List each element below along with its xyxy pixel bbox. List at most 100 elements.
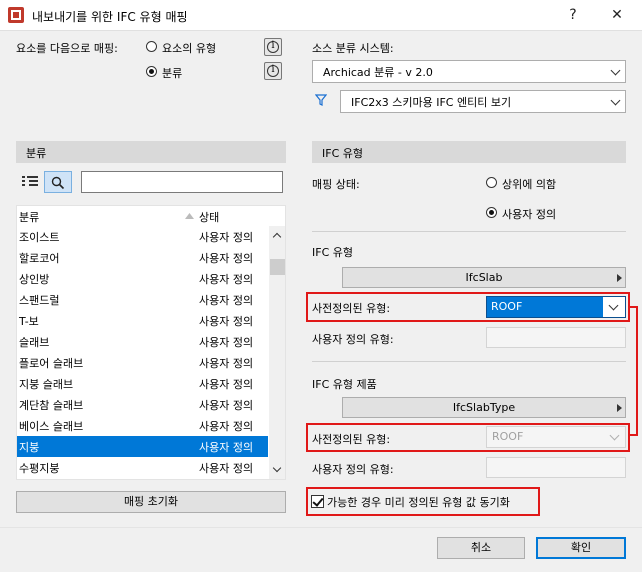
filter-value: IFC2x3 스키마용 IFC 엔티티 보기 bbox=[351, 96, 512, 109]
source-system-dropdown[interactable]: Archicad 분류 - v 2.0 bbox=[312, 60, 626, 83]
row-status: 사용자 정의 bbox=[199, 252, 254, 265]
ok-button[interactable]: 확인 bbox=[536, 537, 626, 559]
row-classification: T-보 bbox=[19, 315, 39, 328]
classification-panel-title: 분류 bbox=[26, 147, 47, 160]
row-status: 사용자 정의 bbox=[199, 357, 254, 370]
search-toggle-button[interactable] bbox=[44, 171, 72, 193]
dropdown-arrow-area bbox=[603, 297, 625, 317]
chevron-down-icon bbox=[609, 430, 620, 441]
scrollbar[interactable] bbox=[269, 226, 285, 479]
table-row[interactable]: 슬래브 사용자 정의 bbox=[17, 331, 268, 352]
mapping-status-label: 매핑 상태: bbox=[312, 178, 360, 191]
radio-by-parent[interactable] bbox=[486, 177, 497, 188]
tree-view-icon[interactable] bbox=[21, 175, 39, 189]
chevron-down-icon bbox=[610, 65, 621, 76]
help-button[interactable]: ? bbox=[559, 4, 587, 26]
row-classification: 조이스트 bbox=[19, 231, 60, 244]
row-classification: 플로어 슬래브 bbox=[19, 357, 84, 370]
info-icon[interactable]: i bbox=[264, 38, 282, 56]
footer-divider bbox=[0, 527, 642, 528]
row-status: 사용자 정의 bbox=[199, 420, 254, 433]
radio-element-type-label: 요소의 유형 bbox=[162, 42, 217, 55]
row-status: 사용자 정의 bbox=[199, 441, 254, 454]
column-header-status[interactable]: 상태 bbox=[199, 209, 219, 225]
cancel-button[interactable]: 취소 bbox=[437, 537, 525, 559]
list-header: 분류 상태 bbox=[17, 206, 268, 226]
source-system-value: Archicad 분류 - v 2.0 bbox=[323, 66, 433, 79]
row-status: 사용자 정의 bbox=[199, 378, 254, 391]
ifc-product-value: IfcSlabType bbox=[452, 401, 516, 414]
row-classification: 슬래브 bbox=[19, 336, 50, 349]
divider bbox=[312, 231, 626, 232]
ifc-type-value: IfcSlab bbox=[465, 271, 503, 284]
row-classification: 수평지붕 bbox=[19, 462, 60, 475]
row-status: 사용자 정의 bbox=[199, 315, 254, 328]
sync-checkbox[interactable] bbox=[311, 495, 324, 508]
ifc-type-panel-title: IFC 유형 bbox=[322, 147, 363, 160]
radio-custom-label: 사용자 정의 bbox=[502, 208, 557, 221]
row-status: 사용자 정의 bbox=[199, 231, 254, 244]
row-status: 사용자 정의 bbox=[199, 462, 254, 475]
row-classification: 지붕 슬래브 bbox=[19, 378, 74, 391]
predefined-type-value: ROOF bbox=[491, 300, 523, 313]
table-row[interactable]: 조이스트 사용자 정의 bbox=[17, 226, 268, 247]
table-row[interactable]: 베이스 슬래브 사용자 정의 bbox=[17, 415, 268, 436]
divider bbox=[312, 361, 626, 362]
table-row[interactable]: 수평지붕 사용자 정의 bbox=[17, 457, 268, 478]
filter-icon bbox=[315, 94, 327, 106]
row-status: 사용자 정의 bbox=[199, 399, 254, 412]
info-glyph: i bbox=[271, 40, 275, 51]
close-button[interactable]: ✕ bbox=[603, 4, 631, 26]
sync-checkbox-label: 가능한 경우 미리 정의된 유형 값 동기화 bbox=[327, 496, 510, 509]
radio-custom[interactable] bbox=[486, 207, 497, 218]
ifc-product-button[interactable]: IfcSlabType bbox=[342, 397, 626, 418]
table-row[interactable]: 지붕 슬래브 사용자 정의 bbox=[17, 373, 268, 394]
radio-classification[interactable] bbox=[146, 66, 157, 77]
radio-element-type[interactable] bbox=[146, 41, 157, 52]
ifc-type-button[interactable]: IfcSlab bbox=[342, 267, 626, 288]
ifc-product-label: IFC 유형 제품 bbox=[312, 378, 377, 391]
table-row[interactable]: 계단참 슬래브 사용자 정의 bbox=[17, 394, 268, 415]
filter-dropdown[interactable]: IFC2x3 스키마용 IFC 엔티티 보기 bbox=[340, 90, 626, 113]
arrow-right-icon bbox=[617, 274, 622, 282]
predefined-type-label: 사전정의된 유형: bbox=[312, 302, 391, 315]
arrow-right-icon bbox=[617, 404, 622, 412]
row-classification: 지붕 bbox=[19, 441, 40, 454]
row-classification: 상인방 bbox=[19, 273, 50, 286]
predefined-type-dropdown-disabled[interactable]: ROOF bbox=[486, 426, 626, 448]
title-bar: 내보내기를 위한 IFC 유형 매핑 ? ✕ bbox=[0, 0, 642, 31]
table-row[interactable]: T-보 사용자 정의 bbox=[17, 310, 268, 331]
table-row[interactable]: 할로코어 사용자 정의 bbox=[17, 247, 268, 268]
row-classification: 스팬드럴 bbox=[19, 294, 60, 307]
row-classification: 베이스 슬래브 bbox=[19, 420, 84, 433]
predefined-type-label: 사전정의된 유형: bbox=[312, 433, 391, 446]
reset-mapping-button[interactable]: 매핑 초기화 bbox=[16, 491, 286, 513]
ifc-type-panel-header: IFC 유형 bbox=[312, 141, 626, 163]
search-input[interactable] bbox=[81, 171, 283, 193]
classification-list: 분류 상태 조이스트 사용자 정의 할로코어 사용자 정의 상인방 사용자 정의 스팬드럴 사… bbox=[16, 205, 286, 480]
row-status: 사용자 정의 bbox=[199, 273, 254, 286]
row-classification: 할로코어 bbox=[19, 252, 60, 265]
source-system-label: 소스 분류 시스템: bbox=[312, 42, 394, 55]
scroll-up-icon[interactable] bbox=[272, 232, 282, 242]
row-classification: 계단참 슬래브 bbox=[19, 399, 84, 412]
radio-by-parent-label: 상위에 의함 bbox=[502, 178, 557, 191]
table-row[interactable]: 상인방 사용자 정의 bbox=[17, 268, 268, 289]
row-status: 사용자 정의 bbox=[199, 336, 254, 349]
table-row[interactable]: 지붕 사용자 정의 bbox=[17, 436, 268, 457]
predefined-type-dropdown[interactable]: ROOF bbox=[486, 296, 626, 318]
info-glyph: i bbox=[271, 64, 275, 75]
scrollbar-thumb[interactable] bbox=[270, 259, 285, 275]
chevron-down-icon bbox=[608, 300, 619, 311]
table-row[interactable]: 플로어 슬래브 사용자 정의 bbox=[17, 352, 268, 373]
table-row[interactable]: 스팬드럴 사용자 정의 bbox=[17, 289, 268, 310]
user-defined-type-field[interactable] bbox=[486, 327, 626, 348]
info-icon[interactable]: i bbox=[264, 62, 282, 80]
user-defined-type-field[interactable] bbox=[486, 457, 626, 478]
app-icon bbox=[8, 7, 24, 23]
classification-panel-header: 분류 bbox=[16, 141, 286, 163]
column-header-classification[interactable]: 분류 bbox=[19, 209, 39, 225]
search-icon bbox=[51, 176, 65, 190]
scroll-down-icon[interactable] bbox=[272, 463, 282, 473]
predefined-type-value: ROOF bbox=[492, 430, 524, 443]
